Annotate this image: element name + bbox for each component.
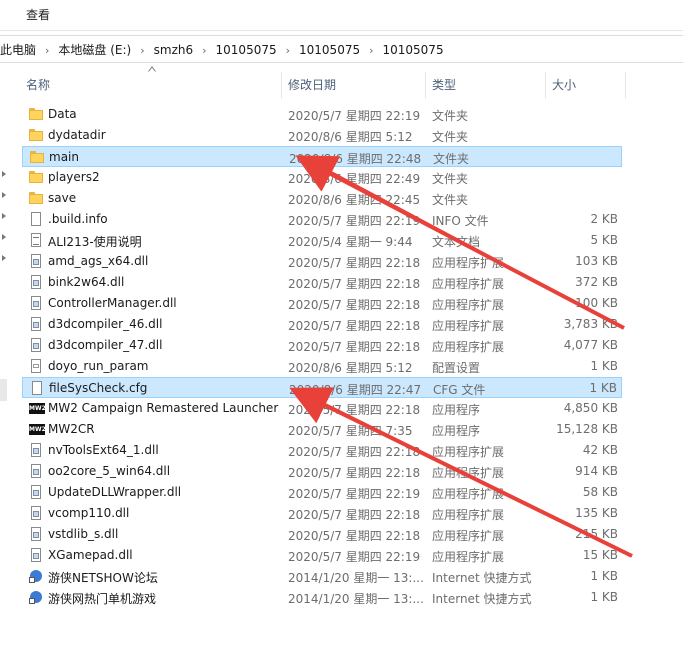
annotation-arrow: [295, 155, 625, 330]
annotation-arrow: [289, 387, 633, 558]
annotation-overlay: [289, 155, 633, 558]
